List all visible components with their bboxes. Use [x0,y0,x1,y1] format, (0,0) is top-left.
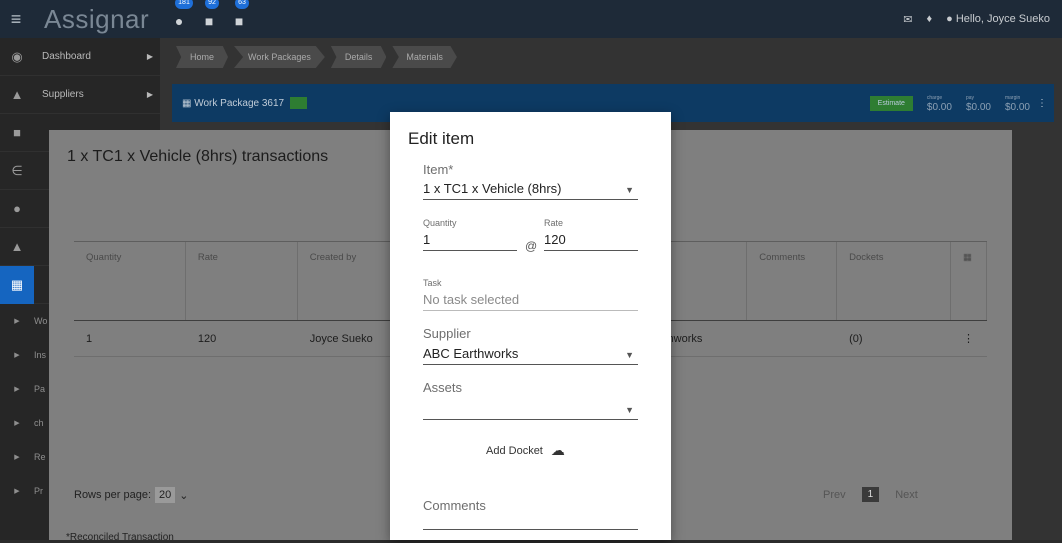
comments-field[interactable] [423,510,638,530]
sidebar-item-label: Dashboard [42,51,91,62]
cell-dockets: (0) [849,332,863,345]
transactions-title: 1 x TC1 x Vehicle (8hrs) transactions [67,148,329,165]
column-header-quantity[interactable]: Quantity [74,242,186,320]
breadcrumb-home[interactable]: Home [176,46,229,68]
caret-right-icon: ▶ [14,420,20,427]
breadcrumb-work-packages[interactable]: Work Packages [234,46,325,68]
menu-icon[interactable]: ≡ [0,9,32,30]
graduation-cap-icon: ▲ [10,239,24,254]
dropdown-arrow-icon: ▼ [625,405,634,415]
status-badge [290,97,308,109]
add-docket-label: Add Docket [486,444,543,457]
column-toggle-icon[interactable]: ▦ [951,242,987,320]
assets-select[interactable]: ▼ [423,400,638,420]
reconciled-footnote: *Reconciled Transaction [66,532,174,543]
sidebar-subitem-label: Pa [34,384,46,394]
charge-total: charge $0.00 [926,94,952,113]
breadcrumb-materials[interactable]: Materials [392,46,457,68]
user-icon[interactable]: ● 181 [169,0,193,29]
rows-per-page-label: Rows per page: [74,489,152,501]
message-icon[interactable]: ✉ [903,13,912,26]
column-header-rate[interactable]: Rate [186,242,298,320]
caret-right-icon: ▶ [14,352,20,359]
more-vert-icon[interactable]: ⋮ [951,332,987,345]
task-field[interactable]: No task selected [423,291,638,311]
app-logo[interactable]: Assignar [44,4,149,35]
supplier-label: Supplier [423,326,471,341]
quantity-label: Quantity [423,218,457,228]
top-navbar: ≡ Assignar ● 181 ■ 92 ■ 63 ✉ ♦ ● Hello, Joy… [0,0,1062,38]
dropdown-arrow-icon: ▼ [625,350,634,360]
item-select[interactable]: 1 x TC1 x Vehicle (8hrs) ▼ [423,180,638,200]
sidebar-subitem-label: Wo [34,316,48,326]
at-symbol: @ [525,239,538,253]
rate-value: 120 [544,232,566,247]
pagination: Prev 1 Next [823,487,918,502]
page-number[interactable]: 1 [861,487,880,502]
add-docket-button[interactable]: Add Docket ☁ [486,442,565,459]
briefcase-icon[interactable]: ■ 63 [229,0,249,29]
work-package-title: Work Package 3617 [194,97,285,109]
dropdown-arrow-icon: ▼ [625,185,634,195]
sidebar-subitem-label: ch [34,418,44,428]
item-label: Item* [423,162,454,177]
chevron-right-icon: ▶ [146,52,154,61]
caret-right-icon: ▶ [14,454,20,461]
sidebar-item-suppliers[interactable]: ▲ Suppliers ▶ [0,76,160,114]
supplier-select[interactable]: ABC Earthworks ▼ [423,345,638,365]
calendar-icon: ▦ [0,265,34,304]
dialog-title: Edit item [408,129,475,148]
rate-field[interactable]: 120 [544,231,638,251]
edit-item-dialog: Edit item Item* 1 x TC1 x Vehicle (8hrs)… [390,112,671,540]
notification-badge: 63 [235,0,249,9]
supplier-value: ABC Earthworks [423,346,519,361]
caret-right-icon: ▶ [14,386,20,393]
paperclip-icon: ∈ [11,162,23,178]
cell-rate: 120 [197,332,217,345]
caret-right-icon: ▶ [14,318,20,325]
cell-quantity: 1 [86,332,93,345]
margin-total: margin $0.00 [1004,94,1030,113]
sidebar-item-label: Suppliers [42,89,84,100]
bell-icon[interactable]: ♦ [927,13,933,25]
quantity-field[interactable]: 1 [423,231,517,251]
notification-badge: 92 [205,0,219,9]
estimate-button[interactable]: Estimate [869,95,913,111]
item-value: 1 x TC1 x Vehicle (8hrs) [423,181,562,196]
pay-total: pay $0.00 [965,94,991,113]
task-label: Task [423,278,442,288]
chevron-right-icon: ▶ [146,90,154,99]
money-value: $0.00 [965,102,991,113]
briefcase-icon: ■ [13,125,21,140]
greeting-text: Hello, Joyce Sueko [955,13,1050,25]
sidebar-subitem-label: Re [34,452,46,462]
breadcrumb: Home Work Packages Details Materials [176,46,457,68]
next-button[interactable]: Next [895,489,918,501]
breadcrumb-details[interactable]: Details [330,46,387,68]
cube-icon[interactable]: ■ 92 [199,0,219,29]
money-value: $0.00 [926,102,952,113]
users-icon: ● [13,201,21,216]
notification-badge: 181 [175,0,193,9]
prev-button[interactable]: Prev [823,489,846,501]
column-header-comments[interactable]: Comments [747,242,838,320]
sidebar-item-dashboard[interactable]: ◉ Dashboard ▶ [0,38,160,76]
sitemap-icon: ▲ [10,87,24,102]
sidebar-subitem-label: Pr [34,486,43,496]
dashboard-icon: ◉ [11,48,23,64]
grid-icon: ▦ [182,97,195,109]
chevron-down-icon[interactable]: ⌄ [179,489,188,502]
rows-per-page-select[interactable]: 20 [155,487,176,503]
user-greeting[interactable]: ● Hello, Joyce Sueko [946,13,1050,25]
cloud-upload-icon: ☁ [550,442,565,458]
money-value: $0.00 [1004,102,1030,113]
assets-label: Assets [423,380,463,395]
caret-right-icon: ▶ [14,488,20,495]
task-value: No task selected [423,292,520,307]
rate-label: Rate [544,218,564,228]
quantity-value: 1 [423,232,431,247]
more-vert-icon[interactable]: ⋮ [1030,98,1054,109]
column-header-dockets[interactable]: Dockets [837,242,951,320]
rows-per-page: Rows per page: 20 ⌄ [74,487,189,503]
